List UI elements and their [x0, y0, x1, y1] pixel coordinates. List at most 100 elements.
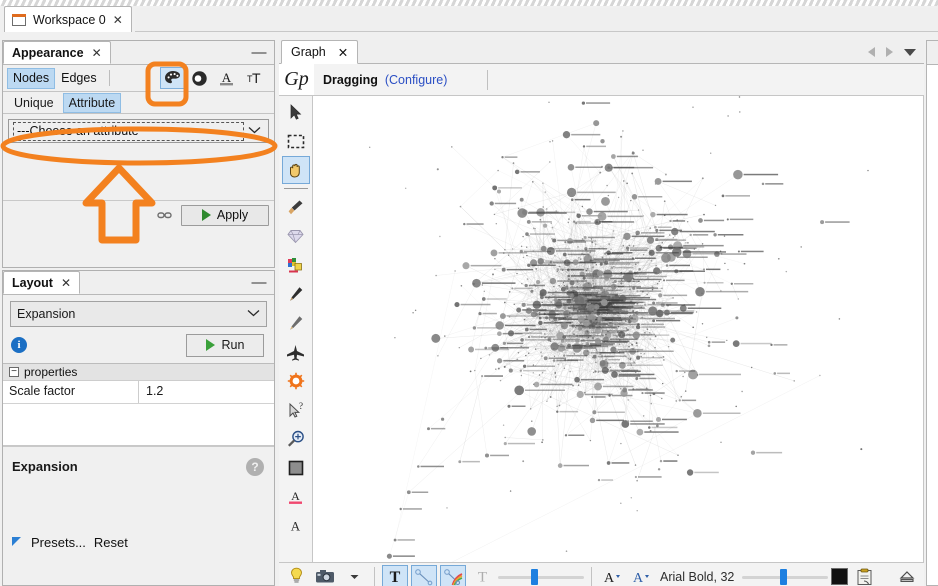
appearance-target-segment: Nodes Edges	[7, 67, 103, 89]
appearance-close-icon[interactable]: ✕	[92, 46, 102, 60]
svg-text:?: ?	[299, 402, 303, 411]
right-panel-sliver[interactable]	[926, 40, 938, 586]
toolbar-divider	[487, 69, 489, 90]
edge-color-icon[interactable]	[440, 565, 466, 586]
appearance-edges-button[interactable]: Edges	[55, 68, 102, 89]
slider-knob[interactable]	[531, 568, 539, 585]
attribute-combo[interactable]: ---Choose an attribute	[8, 119, 269, 143]
font-edge-icon[interactable]: A	[628, 565, 654, 586]
label-serif-icon[interactable]: A	[282, 512, 310, 540]
svg-text:A: A	[291, 518, 301, 533]
graph-tool-palette: ? A A	[279, 96, 313, 562]
chevron-down-icon[interactable]	[247, 308, 260, 320]
appearance-toolbar: Nodes Edges A T T	[3, 65, 274, 92]
clipboard-icon[interactable]	[851, 565, 877, 586]
label-color-icon[interactable]: A	[214, 67, 239, 89]
layout-tab-label: Layout	[12, 275, 53, 290]
color-palette-icon[interactable]	[160, 67, 185, 89]
graph-tab-label: Graph	[291, 45, 326, 59]
play-triangle-icon	[201, 209, 211, 221]
font-size-slider[interactable]	[742, 567, 829, 586]
gear-orange-icon[interactable]	[282, 367, 310, 395]
layout-tab[interactable]: Layout ✕	[3, 271, 81, 294]
appearance-nodes-button[interactable]: Nodes	[7, 67, 56, 89]
eject-icon[interactable]	[894, 565, 920, 586]
size-ring-icon[interactable]	[187, 67, 212, 89]
table-row[interactable]: Scale factor 1.2	[3, 381, 274, 404]
presets-button[interactable]: Presets...	[31, 535, 86, 550]
brush-paint-icon[interactable]	[282, 193, 310, 221]
layout-algorithm-row: Expansion	[3, 295, 274, 327]
appearance-attribute-button[interactable]: Attribute	[62, 92, 122, 113]
gephi-logo-icon: Gp	[279, 64, 314, 95]
play-triangle-icon	[205, 339, 215, 351]
layout-algorithm-combo[interactable]: Expansion	[10, 301, 267, 327]
appearance-mode-row: Unique Attribute	[3, 92, 274, 114]
appearance-minimize-button[interactable]: —	[250, 41, 268, 64]
right-dock-strip	[924, 40, 938, 586]
svg-text:T: T	[390, 569, 401, 586]
tool-divider	[283, 188, 308, 189]
pencil-light-icon[interactable]	[282, 309, 310, 337]
layout-description-row: Expansion ?	[3, 446, 274, 486]
layout-close-icon[interactable]: ✕	[61, 276, 71, 290]
airplane-icon[interactable]	[282, 338, 310, 366]
node-size-slider[interactable]	[498, 567, 584, 586]
svg-text:A: A	[291, 489, 300, 503]
rectangle-selection-icon[interactable]	[282, 127, 310, 155]
graph-close-icon[interactable]: ✕	[338, 45, 348, 60]
chevron-down-icon[interactable]	[244, 125, 264, 137]
apply-button[interactable]: Apply	[181, 204, 269, 226]
graph-tab-nav	[868, 40, 920, 64]
gephi-window: Workspace 0 ✕ Appearance ✕ — Nodes Edges	[0, 0, 938, 586]
reset-button[interactable]: Reset	[94, 535, 128, 550]
workspace-close-icon[interactable]: ✕	[113, 13, 123, 27]
layout-description-title: Expansion	[12, 459, 78, 474]
info-icon[interactable]: i	[11, 337, 27, 353]
svg-text:T: T	[477, 570, 486, 586]
workspace-tab[interactable]: Workspace 0 ✕	[4, 6, 132, 32]
prev-arrow-icon[interactable]	[868, 47, 875, 57]
magnifier-center-icon[interactable]	[282, 425, 310, 453]
chain-link-icon[interactable]	[157, 208, 173, 222]
dropdown-arrow-icon[interactable]	[904, 48, 916, 56]
paint-bucket-icon[interactable]	[282, 251, 310, 279]
collapse-expander-icon[interactable]: −	[9, 367, 19, 377]
font-node-icon[interactable]: A	[599, 565, 625, 586]
text-size-icon[interactable]: T	[469, 565, 495, 586]
label-underline-pink-icon[interactable]: A	[282, 483, 310, 511]
toolbar-divider	[374, 567, 375, 586]
edge-labels-icon[interactable]	[411, 565, 437, 586]
cursor-select-icon[interactable]	[282, 98, 310, 126]
help-icon[interactable]: ?	[246, 457, 264, 476]
camera-icon[interactable]	[312, 565, 338, 586]
label-color-swatch[interactable]	[831, 568, 849, 585]
graph-mode-label: Dragging	[323, 72, 378, 87]
pencil-dark-icon[interactable]	[282, 280, 310, 308]
node-labels-icon[interactable]: T	[382, 565, 408, 586]
workspace-tab-row: Workspace 0 ✕	[0, 6, 938, 32]
camera-dropdown-icon[interactable]	[341, 565, 367, 586]
label-size-icon[interactable]: T T	[241, 67, 266, 89]
run-button[interactable]: Run	[186, 333, 264, 357]
toolbar-divider	[591, 567, 592, 586]
font-label[interactable]: Arial Bold, 32	[660, 570, 734, 584]
appearance-unique-button[interactable]: Unique	[8, 93, 60, 113]
layout-minimize-button[interactable]: —	[250, 271, 268, 294]
cursor-question-icon[interactable]: ?	[282, 396, 310, 424]
layout-properties-header[interactable]: − properties	[3, 363, 274, 381]
appearance-panel: Appearance ✕ — Nodes Edges A T T Unique …	[2, 40, 275, 268]
next-arrow-icon[interactable]	[886, 47, 893, 57]
configure-link[interactable]: (Configure)	[385, 73, 448, 87]
property-value[interactable]: 1.2	[139, 381, 274, 403]
workspace-document-icon	[12, 13, 26, 26]
lightbulb-icon[interactable]	[283, 565, 309, 586]
graph-tab[interactable]: Graph ✕	[281, 40, 359, 64]
diamond-icon[interactable]	[282, 222, 310, 250]
slider-knob[interactable]	[780, 568, 788, 585]
hand-drag-icon[interactable]	[281, 156, 310, 184]
appearance-tab[interactable]: Appearance ✕	[3, 41, 111, 64]
left-dock-column: Appearance ✕ — Nodes Edges A T T Unique …	[0, 40, 277, 586]
graph-canvas[interactable]	[313, 96, 924, 562]
square-fill-icon[interactable]	[282, 454, 310, 482]
